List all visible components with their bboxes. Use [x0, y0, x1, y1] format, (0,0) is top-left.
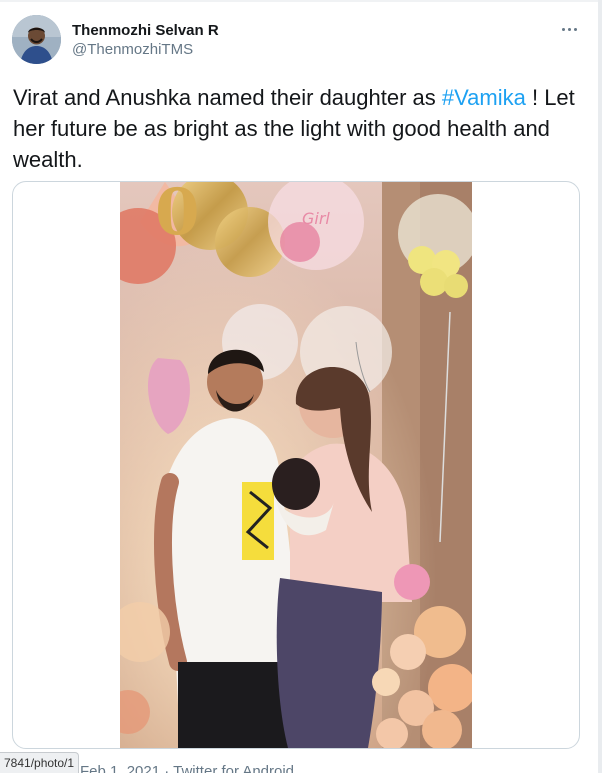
dot [573, 27, 577, 31]
status-bar-url: 7841/photo/1 [0, 752, 80, 773]
right-divider [598, 0, 602, 773]
dot [567, 27, 571, 31]
avatar[interactable] [12, 15, 61, 64]
tweet-date[interactable]: Feb 1, 2021 [80, 763, 160, 773]
tweet-photo[interactable]: 0 Girl [12, 181, 580, 749]
photo-illustration: 0 Girl [120, 182, 472, 748]
bubble-text: Girl [302, 209, 330, 228]
photo-image: 0 Girl [120, 182, 472, 748]
hashtag-link[interactable]: #Vamika [442, 85, 526, 110]
tweet-text: Virat and Anushka named their daughter a… [13, 82, 588, 175]
meta-separator: · [164, 763, 170, 773]
balloon-letter: 0 [155, 182, 200, 250]
tweet-text-before: Virat and Anushka named their daughter a… [13, 85, 442, 110]
dot [561, 27, 565, 31]
author-name[interactable]: Thenmozhi Selvan R [72, 22, 219, 39]
more-horizontal-icon[interactable] [558, 20, 580, 38]
tweet-meta: Feb 1, 2021 · Twitter for Android [80, 763, 294, 773]
avatar-image [12, 15, 61, 64]
author-handle[interactable]: @ThenmozhiTMS [72, 41, 193, 58]
tweet-card: Thenmozhi Selvan R @ThenmozhiTMS Virat a… [0, 0, 602, 773]
tweet-source[interactable]: Twitter for Android [173, 763, 294, 773]
top-divider [0, 0, 602, 2]
